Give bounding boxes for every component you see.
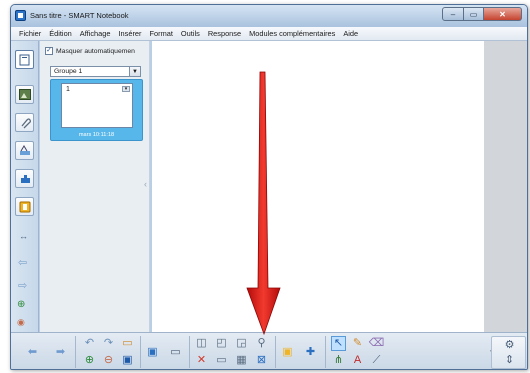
settings-icon[interactable]: ⚙ (502, 338, 517, 353)
add-page-icon[interactable]: ⊕ (82, 353, 97, 368)
text-icon[interactable]: A (350, 353, 365, 368)
menu-fichier[interactable]: Fichier (15, 29, 45, 38)
back-icon[interactable]: ⬅ (25, 345, 40, 360)
page-timestamp: mars 10:11:18 (78, 132, 115, 138)
toolbar-settings-group: ⚙ ⇕ (491, 336, 526, 369)
folder-icon[interactable]: ▭ (120, 336, 135, 351)
auto-hide-checkbox[interactable]: ✓ Masquer automatiquemen (45, 47, 135, 55)
properties-icon (19, 145, 30, 155)
properties-tab[interactable] (15, 141, 34, 160)
menu-affichage[interactable]: Affichage (76, 29, 115, 38)
minimize-button[interactable]: – (442, 7, 464, 21)
undo-icon[interactable]: ↶ (82, 336, 97, 351)
select-icon[interactable]: ↖ (331, 336, 346, 351)
menu-aide[interactable]: Aide (339, 29, 362, 38)
menu-response[interactable]: Response (204, 29, 245, 38)
pen-icon[interactable]: ✎ (350, 336, 365, 351)
auto-hide-label: Masquer automatiquemen (56, 47, 135, 55)
delete-page-side-icon[interactable]: ◉ (17, 317, 25, 328)
toolbar-separator (189, 336, 190, 368)
capture-icon[interactable]: ◰ (214, 336, 229, 351)
page-thumbnail[interactable]: 1 ▾ mars 10:11:18 (50, 79, 143, 141)
group-select[interactable]: Groupe 1 ▼ (50, 66, 141, 77)
maximize-button[interactable]: ▭ (464, 7, 484, 21)
screen-icon[interactable]: ▣ (145, 345, 160, 360)
checkbox-box[interactable]: ✓ (45, 47, 53, 55)
fullscreen-icon[interactable]: ⊠ (254, 353, 269, 368)
table-icon[interactable]: ▦ (234, 353, 249, 368)
addons-icon (20, 174, 30, 183)
back-page-icon[interactable]: ⇦ (18, 256, 27, 269)
shade-icon[interactable]: ▭ (214, 353, 229, 368)
toolbar-separator (75, 336, 76, 368)
resize-tabs-icon[interactable]: ↔ (19, 231, 28, 241)
screen-shade-icon[interactable]: ▭ (168, 345, 183, 360)
response-icon (19, 201, 30, 212)
response-tool-icon[interactable]: ▣ (280, 345, 295, 360)
smart-notebook-window: Sans titre - SMART Notebook – ▭ ✕ Fichie… (10, 4, 528, 370)
response-tab[interactable] (15, 197, 34, 216)
group-select-value: Groupe 1 (54, 68, 83, 75)
paste-icon[interactable]: ◫ (194, 336, 209, 351)
save-icon[interactable]: ▣ (120, 353, 135, 368)
add-page-side-icon[interactable]: ⊕ (17, 299, 25, 310)
clear-icon[interactable]: ✕ (194, 353, 209, 368)
window-title: Sans titre - SMART Notebook (30, 11, 129, 20)
attachments-icon (21, 117, 31, 128)
toolbar-separator (140, 336, 141, 368)
sidebar-tabs: ↔ ⇦ ⇨ ⊕ ◉ (11, 41, 39, 332)
attachments-tab[interactable] (15, 113, 34, 132)
app-icon (15, 10, 26, 21)
menu-bar: Fichier Édition Affichage Insérer Format… (11, 27, 527, 41)
page-menu-icon[interactable]: ▾ (122, 86, 130, 92)
toolbar-separator (325, 336, 326, 368)
page-sorter-icon (19, 54, 30, 65)
page-sorter-tab[interactable] (15, 50, 34, 69)
creative-pen-icon[interactable]: ⋔ (331, 353, 346, 368)
addons-tool-icon[interactable]: ✚ (303, 345, 318, 360)
menu-inserer[interactable]: Insérer (114, 29, 145, 38)
search-icon[interactable]: ⚲ (254, 336, 269, 351)
toolbar-separator (275, 336, 276, 368)
forward-icon[interactable]: ➡ (53, 345, 68, 360)
forward-page-icon[interactable]: ⇨ (18, 279, 27, 292)
menu-format[interactable]: Format (146, 29, 177, 38)
menu-outils[interactable]: Outils (177, 29, 204, 38)
page-sorter-panel: ✓ Masquer automatiquemen Groupe 1 ▼ 1 ▾ … (40, 41, 150, 332)
main-toolbar: ⬅ ➡ ↶ ↷ ▭ ⊕ ⊖ ▣ ▣ ▭ ◫ ◰ ◲ ⚲ ✕ ▭ ▦ ⊠ ▣ ✚ … (11, 332, 527, 369)
page-preview[interactable]: 1 ▾ (61, 83, 133, 128)
line-icon[interactable]: ⟋ (369, 353, 384, 368)
chevron-down-icon[interactable]: ▼ (129, 67, 140, 76)
menu-edition[interactable]: Édition (45, 29, 76, 38)
addons-tab[interactable] (15, 169, 34, 188)
delete-page-icon[interactable]: ⊖ (101, 353, 116, 368)
window-controls: – ▭ ✕ (442, 7, 522, 21)
close-button[interactable]: ✕ (484, 7, 522, 21)
gallery-icon (18, 89, 31, 100)
redo-icon[interactable]: ↷ (101, 336, 116, 351)
gallery-tab[interactable] (15, 85, 34, 104)
eraser-icon[interactable]: ⌫ (369, 336, 385, 351)
document-camera-icon[interactable]: ◲ (234, 336, 249, 351)
whiteboard-canvas[interactable] (152, 41, 484, 332)
move-toolbar-icon[interactable]: ⇕ (502, 353, 517, 368)
page-number: 1 (66, 86, 70, 93)
menu-modules[interactable]: Modules complémentaires (245, 29, 339, 38)
title-bar: Sans titre - SMART Notebook – ▭ ✕ (11, 5, 527, 27)
canvas-side-area (484, 41, 527, 332)
panel-resize-grip[interactable]: ‹ (144, 179, 147, 189)
